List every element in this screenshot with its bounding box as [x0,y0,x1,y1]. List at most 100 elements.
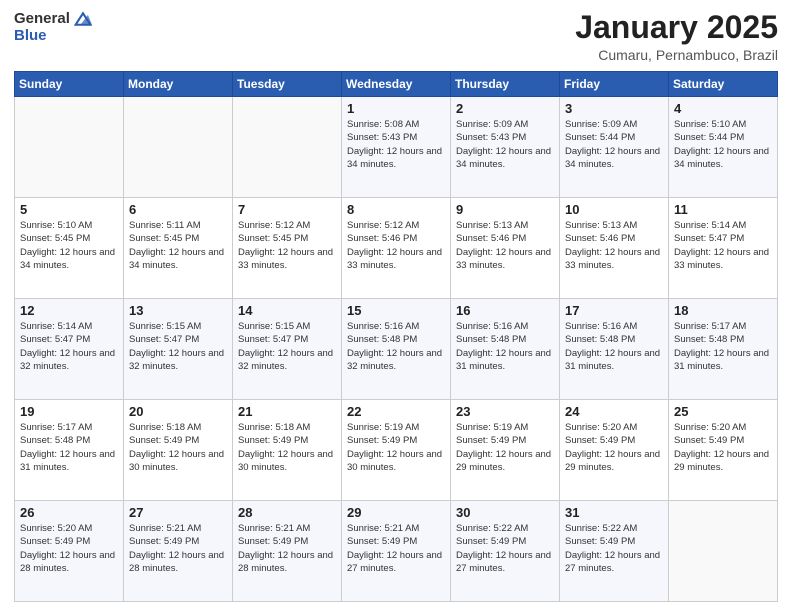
day-info: Sunrise: 5:18 AMSunset: 5:49 PMDaylight:… [238,421,336,474]
calendar-cell: 28Sunrise: 5:21 AMSunset: 5:49 PMDayligh… [233,501,342,602]
day-info: Sunrise: 5:20 AMSunset: 5:49 PMDaylight:… [674,421,772,474]
calendar-cell: 30Sunrise: 5:22 AMSunset: 5:49 PMDayligh… [451,501,560,602]
location-title: Cumaru, Pernambuco, Brazil [575,47,778,63]
day-info: Sunrise: 5:16 AMSunset: 5:48 PMDaylight:… [565,320,663,373]
calendar-week-2: 5 Sunrise: 5:10 AMSunset: 5:45 PMDaylight… [15,198,778,299]
day-number: 7 [238,202,336,217]
day-number: 31 [565,505,663,520]
calendar-cell: 16 Sunrise: 5:16 AMSunset: 5:48 PMDayligh… [451,299,560,400]
day-number: 14 [238,303,336,318]
weekday-header-wednesday: Wednesday [342,72,451,97]
day-info: Sunrise: 5:14 AMSunset: 5:47 PMDaylight:… [674,219,772,272]
day-info: Sunrise: 5:12 AMSunset: 5:46 PMDaylight:… [347,219,445,272]
weekday-header-tuesday: Tuesday [233,72,342,97]
calendar-week-4: 19 Sunrise: 5:17 AMSunset: 5:48 PMDayligh… [15,400,778,501]
weekday-header-friday: Friday [560,72,669,97]
day-info: Sunrise: 5:15 AMSunset: 5:47 PMDaylight:… [238,320,336,373]
calendar-cell: 11 Sunrise: 5:14 AMSunset: 5:47 PMDayligh… [669,198,778,299]
calendar-cell: 19 Sunrise: 5:17 AMSunset: 5:48 PMDayligh… [15,400,124,501]
day-info: Sunrise: 5:10 AMSunset: 5:45 PMDaylight:… [20,219,118,272]
calendar-cell: 4 Sunrise: 5:10 AMSunset: 5:44 PMDaylight… [669,97,778,198]
calendar-cell: 1 Sunrise: 5:08 AMSunset: 5:43 PMDaylight… [342,97,451,198]
logo-general: General [14,11,70,28]
day-number: 8 [347,202,445,217]
calendar-cell: 29Sunrise: 5:21 AMSunset: 5:49 PMDayligh… [342,501,451,602]
day-info: Sunrise: 5:09 AMSunset: 5:44 PMDaylight:… [565,118,663,171]
day-number: 17 [565,303,663,318]
calendar-cell [15,97,124,198]
calendar-week-5: 26 Sunrise: 5:20 AMSunset: 5:49 PMDayligh… [15,501,778,602]
day-number: 5 [20,202,118,217]
day-info: Sunrise: 5:19 AMSunset: 5:49 PMDaylight:… [347,421,445,474]
day-info: Sunrise: 5:21 AMSunset: 5:49 PMDaylight:… [129,522,227,575]
day-number: 30 [456,505,554,520]
calendar-cell: 6 Sunrise: 5:11 AMSunset: 5:45 PMDaylight… [124,198,233,299]
calendar-cell: 22 Sunrise: 5:19 AMSunset: 5:49 PMDayligh… [342,400,451,501]
day-info: Sunrise: 5:17 AMSunset: 5:48 PMDaylight:… [20,421,118,474]
weekday-header-sunday: Sunday [15,72,124,97]
day-info: Sunrise: 5:14 AMSunset: 5:47 PMDaylight:… [20,320,118,373]
day-number: 16 [456,303,554,318]
day-number: 11 [674,202,772,217]
calendar-cell: 7 Sunrise: 5:12 AMSunset: 5:45 PMDaylight… [233,198,342,299]
calendar: SundayMondayTuesdayWednesdayThursdayFrid… [14,71,778,602]
calendar-cell: 10Sunrise: 5:13 AMSunset: 5:46 PMDayligh… [560,198,669,299]
day-info: Sunrise: 5:12 AMSunset: 5:45 PMDaylight:… [238,219,336,272]
calendar-week-1: 1 Sunrise: 5:08 AMSunset: 5:43 PMDaylight… [15,97,778,198]
calendar-cell: 31Sunrise: 5:22 AMSunset: 5:49 PMDayligh… [560,501,669,602]
day-info: Sunrise: 5:11 AMSunset: 5:45 PMDaylight:… [129,219,227,272]
day-info: Sunrise: 5:09 AMSunset: 5:43 PMDaylight:… [456,118,554,171]
calendar-cell: 2 Sunrise: 5:09 AMSunset: 5:43 PMDaylight… [451,97,560,198]
day-info: Sunrise: 5:16 AMSunset: 5:48 PMDaylight:… [347,320,445,373]
logo-icon [74,10,92,28]
day-info: Sunrise: 5:16 AMSunset: 5:48 PMDaylight:… [456,320,554,373]
day-info: Sunrise: 5:18 AMSunset: 5:49 PMDaylight:… [129,421,227,474]
day-info: Sunrise: 5:19 AMSunset: 5:49 PMDaylight:… [456,421,554,474]
page: General Blue January 2025 Cumaru, Pernam… [0,0,792,612]
day-number: 13 [129,303,227,318]
day-info: Sunrise: 5:21 AMSunset: 5:49 PMDaylight:… [347,522,445,575]
day-number: 1 [347,101,445,116]
calendar-cell: 3 Sunrise: 5:09 AMSunset: 5:44 PMDaylight… [560,97,669,198]
day-number: 18 [674,303,772,318]
day-number: 3 [565,101,663,116]
weekday-header-monday: Monday [124,72,233,97]
day-info: Sunrise: 5:21 AMSunset: 5:49 PMDaylight:… [238,522,336,575]
day-number: 4 [674,101,772,116]
calendar-cell [124,97,233,198]
day-number: 23 [456,404,554,419]
day-number: 21 [238,404,336,419]
weekday-header-thursday: Thursday [451,72,560,97]
calendar-cell [669,501,778,602]
calendar-cell: 17 Sunrise: 5:16 AMSunset: 5:48 PMDayligh… [560,299,669,400]
day-number: 26 [20,505,118,520]
day-info: Sunrise: 5:10 AMSunset: 5:44 PMDaylight:… [674,118,772,171]
day-number: 22 [347,404,445,419]
calendar-cell: 25Sunrise: 5:20 AMSunset: 5:49 PMDayligh… [669,400,778,501]
calendar-cell: 23 Sunrise: 5:19 AMSunset: 5:49 PMDayligh… [451,400,560,501]
calendar-cell: 8 Sunrise: 5:12 AMSunset: 5:46 PMDaylight… [342,198,451,299]
day-info: Sunrise: 5:20 AMSunset: 5:49 PMDaylight:… [20,522,118,575]
calendar-cell: 9 Sunrise: 5:13 AMSunset: 5:46 PMDaylight… [451,198,560,299]
day-info: Sunrise: 5:17 AMSunset: 5:48 PMDaylight:… [674,320,772,373]
calendar-cell: 5 Sunrise: 5:10 AMSunset: 5:45 PMDaylight… [15,198,124,299]
day-info: Sunrise: 5:08 AMSunset: 5:43 PMDaylight:… [347,118,445,171]
month-title: January 2025 [575,10,778,45]
day-number: 9 [456,202,554,217]
calendar-cell [233,97,342,198]
day-info: Sunrise: 5:13 AMSunset: 5:46 PMDaylight:… [456,219,554,272]
day-number: 6 [129,202,227,217]
weekday-header-row: SundayMondayTuesdayWednesdayThursdayFrid… [15,72,778,97]
calendar-cell: 15Sunrise: 5:16 AMSunset: 5:48 PMDayligh… [342,299,451,400]
day-number: 10 [565,202,663,217]
calendar-cell: 24 Sunrise: 5:20 AMSunset: 5:49 PMDayligh… [560,400,669,501]
day-number: 24 [565,404,663,419]
logo: General Blue [14,10,92,45]
calendar-cell: 18 Sunrise: 5:17 AMSunset: 5:48 PMDayligh… [669,299,778,400]
day-number: 19 [20,404,118,419]
day-info: Sunrise: 5:20 AMSunset: 5:49 PMDaylight:… [565,421,663,474]
header: General Blue January 2025 Cumaru, Pernam… [14,10,778,63]
day-number: 27 [129,505,227,520]
day-number: 2 [456,101,554,116]
calendar-cell: 12Sunrise: 5:14 AMSunset: 5:47 PMDayligh… [15,299,124,400]
